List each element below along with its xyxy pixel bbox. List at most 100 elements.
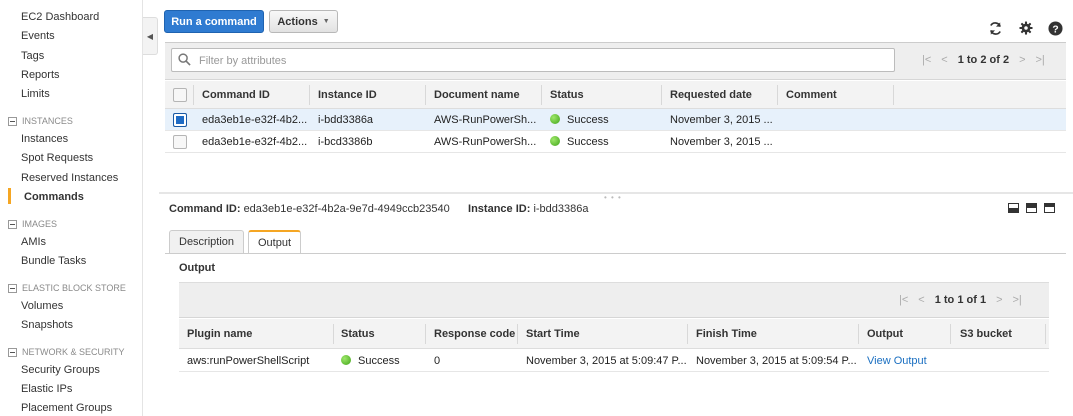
collapse-icon[interactable] — [8, 219, 17, 229]
sidebar-item-reports[interactable]: Reports — [21, 69, 60, 81]
column-header-status[interactable]: Status — [341, 319, 375, 347]
status-text: Success — [358, 355, 400, 367]
next-page-icon[interactable]: > — [1019, 54, 1025, 66]
table-header: Command ID Instance ID Document name Sta… — [165, 81, 1066, 109]
success-status-icon — [341, 355, 351, 365]
column-header-s3-bucket[interactable]: S3 bucket — [960, 319, 1012, 347]
actions-label: Actions — [277, 15, 318, 28]
cell-response-code: 0 — [434, 355, 441, 367]
table-row: aws:runPowerShellScript Success 0 Novemb… — [179, 350, 1049, 372]
output-section-title: Output — [179, 262, 216, 274]
cell-start-time: November 3, 2015 at 5:09:47 P... — [526, 355, 687, 367]
instance-id-value: i-bdd3386a — [533, 203, 589, 215]
success-status-icon — [550, 114, 560, 124]
cell-command-id: eda3eb1e-e32f-4b2... — [202, 136, 308, 148]
sidebar-item-spot-requests[interactable]: Spot Requests — [21, 152, 93, 164]
actions-button[interactable]: Actions ▼ — [269, 10, 338, 33]
filter-input[interactable]: Filter by attributes — [171, 48, 895, 72]
column-header-output[interactable]: Output — [867, 319, 903, 347]
layout-bottom-icon[interactable] — [1008, 203, 1019, 213]
sidebar-item-ec2-dashboard[interactable]: EC2 Dashboard — [21, 11, 99, 23]
table-row[interactable]: eda3eb1e-e32f-4b2... i-bdd3386a AWS-RunP… — [165, 109, 1066, 131]
last-page-icon[interactable]: >| — [1036, 54, 1045, 66]
prev-page-icon[interactable]: < — [941, 54, 947, 66]
cell-document-name: AWS-RunPowerSh... — [434, 114, 537, 126]
first-page-icon[interactable]: |< — [922, 54, 931, 66]
sidebar-collapse-handle[interactable]: ◀ — [143, 17, 158, 55]
sidebar-item-instances[interactable]: Instances — [21, 133, 68, 145]
sidebar-section-title: INSTANCES — [22, 116, 73, 126]
filter-placeholder: Filter by attributes — [199, 55, 287, 67]
view-output-link[interactable]: View Output — [867, 350, 927, 372]
output-pagination: |< < 1 to 1 of 1 > >| — [894, 294, 1027, 306]
sidebar-item-elastic-ips[interactable]: Elastic IPs — [21, 383, 72, 395]
drag-handle-icon[interactable]: • • • — [604, 193, 622, 202]
column-header-status[interactable]: Status — [550, 81, 584, 109]
detail-header: Command ID: eda3eb1e-e32f-4b2a-9e7d-4949… — [169, 203, 589, 215]
column-header-comment[interactable]: Comment — [786, 81, 837, 109]
collapse-icon[interactable] — [8, 283, 17, 293]
tab-output[interactable]: Output — [248, 230, 302, 254]
instance-id-label: Instance ID: — [468, 203, 531, 215]
sidebar-item-commands[interactable]: Commands — [8, 188, 84, 204]
filter-bar: Filter by attributes |< < 1 to 2 of 2 > … — [165, 43, 1066, 80]
sidebar-item-volumes[interactable]: Volumes — [21, 300, 63, 312]
sidebar: EC2 Dashboard Events Tags Reports Limits… — [0, 0, 143, 416]
sidebar-section-images[interactable]: IMAGES — [8, 219, 57, 229]
gear-icon[interactable] — [1018, 20, 1034, 36]
column-header-plugin-name[interactable]: Plugin name — [187, 319, 252, 347]
layout-top-icon[interactable] — [1044, 203, 1055, 213]
row-checkbox[interactable] — [173, 135, 187, 149]
row-checkbox[interactable] — [173, 113, 187, 127]
cell-instance-id: i-bdd3386a — [318, 114, 374, 126]
sidebar-item-security-groups[interactable]: Security Groups — [21, 364, 100, 376]
cell-instance-id: i-bcd3386b — [318, 136, 373, 148]
sidebar-item-tags[interactable]: Tags — [21, 50, 44, 62]
sidebar-item-amis[interactable]: AMIs — [21, 236, 46, 248]
column-header-requested-date[interactable]: Requested date — [670, 81, 752, 109]
sidebar-item-reserved-instances[interactable]: Reserved Instances — [21, 172, 118, 184]
status-text: Success — [567, 136, 609, 148]
last-page-icon[interactable]: >| — [1013, 294, 1022, 306]
output-panel: |< < 1 to 1 of 1 > >| Plugin name Status… — [179, 282, 1049, 372]
column-header-document-name[interactable]: Document name — [434, 81, 520, 109]
help-icon[interactable]: ? — [1047, 20, 1063, 36]
success-status-icon — [550, 136, 560, 146]
tab-divider — [165, 253, 1066, 254]
sidebar-section-title: ELASTIC BLOCK STORE — [22, 283, 126, 293]
cell-finish-time: November 3, 2015 at 5:09:54 P... — [696, 355, 857, 367]
sidebar-item-limits[interactable]: Limits — [21, 88, 50, 100]
output-toolbar: |< < 1 to 1 of 1 > >| — [179, 282, 1049, 318]
command-id-value: eda3eb1e-e32f-4b2a-9e7d-4949ccb23540 — [243, 203, 450, 215]
command-id-label: Command ID: — [169, 203, 241, 215]
sidebar-item-snapshots[interactable]: Snapshots — [21, 319, 73, 331]
column-header-response-code[interactable]: Response code — [434, 319, 515, 347]
sidebar-section-network-security[interactable]: NETWORK & SECURITY — [8, 347, 125, 357]
sidebar-item-bundle-tasks[interactable]: Bundle Tasks — [21, 255, 86, 267]
next-page-icon[interactable]: > — [996, 294, 1002, 306]
cell-command-id: eda3eb1e-e32f-4b2... — [202, 114, 308, 126]
column-header-command-id[interactable]: Command ID — [202, 81, 270, 109]
column-header-start-time[interactable]: Start Time — [526, 319, 580, 347]
sidebar-section-ebs[interactable]: ELASTIC BLOCK STORE — [8, 283, 126, 293]
prev-page-icon[interactable]: < — [918, 294, 924, 306]
sidebar-section-instances[interactable]: INSTANCES — [8, 116, 73, 126]
pagination-text: 1 to 1 of 1 — [934, 294, 987, 306]
column-header-finish-time[interactable]: Finish Time — [696, 319, 757, 347]
refresh-icon[interactable] — [987, 20, 1003, 36]
sidebar-item-events[interactable]: Events — [21, 30, 55, 42]
cell-status: Success — [550, 109, 609, 131]
collapse-icon[interactable] — [8, 347, 17, 357]
run-command-button[interactable]: Run a command — [164, 10, 264, 33]
column-header-instance-id[interactable]: Instance ID — [318, 81, 377, 109]
cell-requested-date: November 3, 2015 ... — [670, 136, 773, 148]
table-row[interactable]: eda3eb1e-e32f-4b2... i-bcd3386b AWS-RunP… — [165, 131, 1066, 153]
svg-text:?: ? — [1052, 24, 1058, 35]
collapse-icon[interactable] — [8, 116, 17, 126]
sidebar-item-placement-groups[interactable]: Placement Groups — [21, 402, 112, 414]
layout-split-icon[interactable] — [1026, 203, 1037, 213]
tab-description[interactable]: Description — [169, 230, 245, 254]
select-all-checkbox[interactable] — [173, 88, 187, 102]
cell-plugin-name: aws:runPowerShellScript — [187, 355, 310, 367]
first-page-icon[interactable]: |< — [899, 294, 908, 306]
